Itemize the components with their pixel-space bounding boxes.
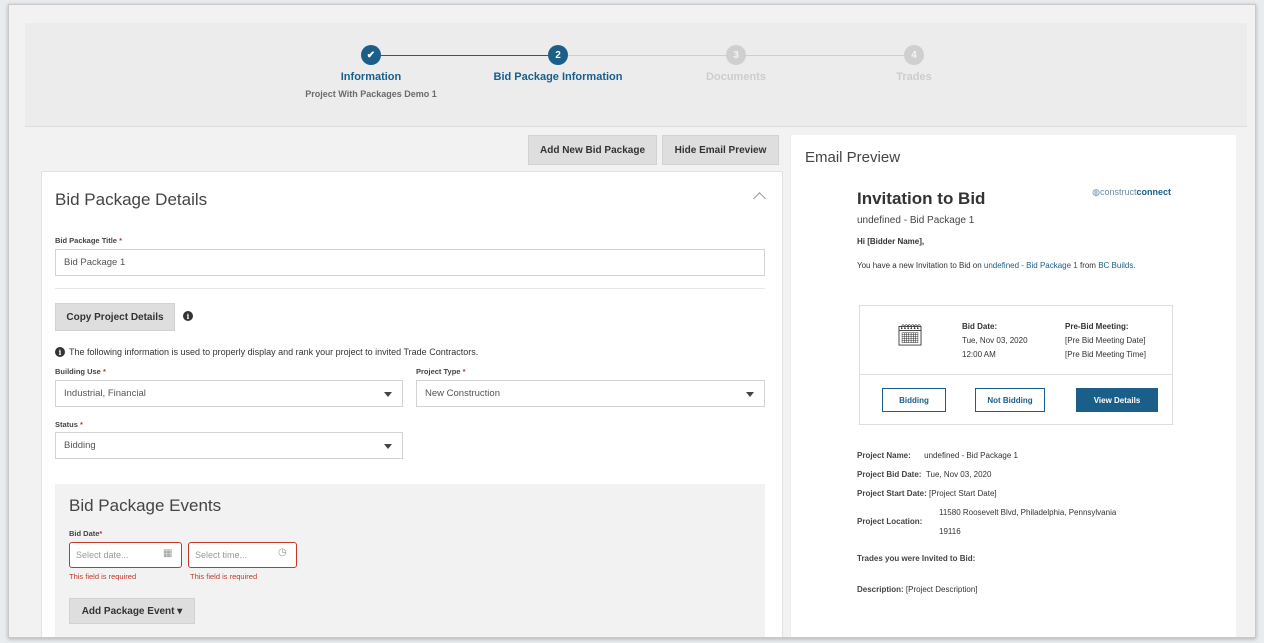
step-information[interactable]: ✔ Information Project With Packages Demo… [291,45,451,99]
bid-date-value: Tue, Nov 03, 2020 [962,336,1028,345]
step-title: Trades [896,71,932,83]
email-heading: Invitation to Bid [857,189,986,208]
email-intro: You have a new Invitation to Bid on unde… [857,261,1136,270]
bid-package-title-input[interactable]: Bid Package 1 [55,249,765,276]
section-title: Bid Package Events [69,496,222,515]
bid-package-events-section: Bid Package Events Bid Date* Select date… [55,484,765,637]
bid-time-value: 12:00 AM [962,350,996,359]
add-package-event-button[interactable]: Add Package Event ▾ [69,598,195,624]
project-location-line2: 19116 [939,527,961,536]
chevron-down-icon [384,443,392,449]
building-use-label: Building Use * [55,367,106,376]
chevron-down-icon [384,391,392,397]
not-bidding-button[interactable]: Not Bidding [975,388,1045,412]
status-select[interactable]: Bidding [55,432,403,459]
step-trades[interactable]: 4 Trades [834,45,994,83]
bid-package-title-label: Bid Package Title * [55,236,122,245]
chevron-down-icon [746,391,754,397]
date-error-message: This field is required [69,572,137,581]
prebid-time: [Pre Bid Meeting Time] [1065,350,1146,359]
project-start-date-row: Project Start Date: [Project Start Date] [857,489,997,498]
email-preview-title: Email Preview [805,149,901,166]
company-link[interactable]: BC Builds [1098,261,1133,270]
email-greeting: Hi [Bidder Name], [857,237,925,246]
step-number: 2 [548,45,568,65]
project-link[interactable]: undefined - Bid Package 1 [984,261,1078,270]
step-documents[interactable]: 3 Documents [656,45,816,83]
project-location-label: Project Location: [857,517,923,526]
step-title: Bid Package Information [493,71,623,83]
collapse-chevron-icon[interactable] [753,192,766,205]
bidding-button[interactable]: Bidding [882,388,946,412]
bid-date-label: Bid Date: [962,322,998,331]
project-bid-date-row: Project Bid Date: Tue, Nov 03, 2020 [857,470,992,479]
project-type-select[interactable]: New Construction [416,380,765,407]
step-number: 4 [904,45,924,65]
view-details-button[interactable]: View Details [1076,388,1158,412]
calendar-icon: 🗓 [896,324,924,349]
step-title: Documents [706,71,766,83]
hide-email-preview-button[interactable]: Hide Email Preview [662,135,779,165]
info-note: The following information is used to pro… [69,347,479,357]
prebid-label: Pre-Bid Meeting: [1065,322,1129,331]
add-new-bid-package-button[interactable]: Add New Bid Package [528,135,657,165]
clock-icon[interactable]: ◷ [278,547,287,558]
step-subtitle: Project With Packages Demo 1 [305,89,437,99]
divider [55,288,765,289]
calendar-icon[interactable]: ▦ [163,548,172,559]
project-type-label: Project Type * [416,367,466,376]
bid-date-label: Bid Date* [69,529,103,538]
step-number: 3 [726,45,746,65]
constructconnect-logo: ◍constructconnect [1092,187,1171,197]
prebid-date: [Pre Bid Meeting Date] [1065,336,1146,345]
bid-event-box: 🗓 Bid Date: Tue, Nov 03, 2020 12:00 AM P… [859,305,1173,425]
info-icon: i [55,347,65,357]
building-use-select[interactable]: Industrial, Financial [55,380,403,407]
copy-project-details-button[interactable]: Copy Project Details [55,303,175,331]
status-label: Status * [55,420,83,429]
card-title: Bid Package Details [55,190,208,209]
wizard-stepper: ✔ Information Project With Packages Demo… [25,23,1247,127]
description-row: Description: [Project Description] [857,585,978,594]
project-location-line1: 11580 Roosevelt Blvd, Philadelphia, Penn… [939,508,1117,517]
step-bid-package-information[interactable]: 2 Bid Package Information [478,45,638,83]
divider [860,374,1172,375]
step-title: Information [340,71,402,83]
time-error-message: This field is required [190,572,258,581]
info-icon[interactable]: i [183,311,193,321]
app-window: ✔ Information Project With Packages Demo… [8,4,1256,638]
check-icon: ✔ [361,45,381,65]
email-preview-panel: Email Preview Invitation to Bid ◍constru… [790,135,1236,637]
email-subheading: undefined - Bid Package 1 [857,215,975,226]
trades-label: Trades you were Invited to Bid: [857,554,976,563]
bid-package-details-card: Bid Package Details Bid Package Title * … [41,171,783,637]
project-name-row: Project Name: undefined - Bid Package 1 [857,451,1018,460]
